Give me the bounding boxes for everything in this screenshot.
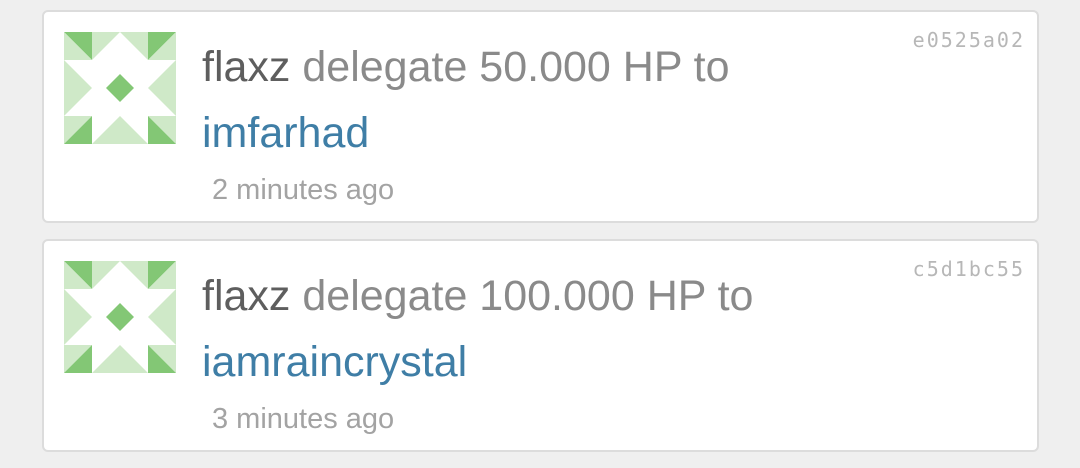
feed-item[interactable]: flaxz delegate 50.000 HP to imfarhad 2 m…: [42, 10, 1039, 223]
timestamp: 3 minutes ago: [212, 403, 395, 435]
feed-item-body: flaxz delegate 100.000 HP to iamraincrys…: [202, 263, 852, 439]
identicon-avatar-icon[interactable]: [64, 261, 176, 373]
identicon-icon: [64, 32, 176, 144]
target-account-link[interactable]: imfarhad: [202, 100, 852, 166]
actor-link[interactable]: flaxz: [202, 43, 290, 91]
transaction-hash-link[interactable]: c5d1bc55: [913, 257, 1025, 281]
actor-link[interactable]: flaxz: [202, 272, 290, 320]
activity-feed: flaxz delegate 50.000 HP to imfarhad 2 m…: [42, 10, 1039, 468]
timestamp: 2 minutes ago: [212, 174, 395, 206]
feed-item-headline: flaxz delegate 50.000 HP to: [202, 34, 852, 100]
feed-item[interactable]: flaxz delegate 100.000 HP to iamraincrys…: [42, 239, 1039, 452]
feed-item-body: flaxz delegate 50.000 HP to imfarhad 2 m…: [202, 34, 852, 210]
action-text: delegate 50.000 HP to: [302, 43, 730, 91]
action-text: delegate 100.000 HP to: [302, 272, 754, 320]
feed-item-headline: flaxz delegate 100.000 HP to: [202, 263, 852, 329]
identicon-avatar-icon[interactable]: [64, 32, 176, 144]
transaction-hash-link[interactable]: e0525a02: [913, 28, 1025, 52]
target-account-link[interactable]: iamraincrystal: [202, 329, 852, 395]
identicon-icon: [64, 261, 176, 373]
